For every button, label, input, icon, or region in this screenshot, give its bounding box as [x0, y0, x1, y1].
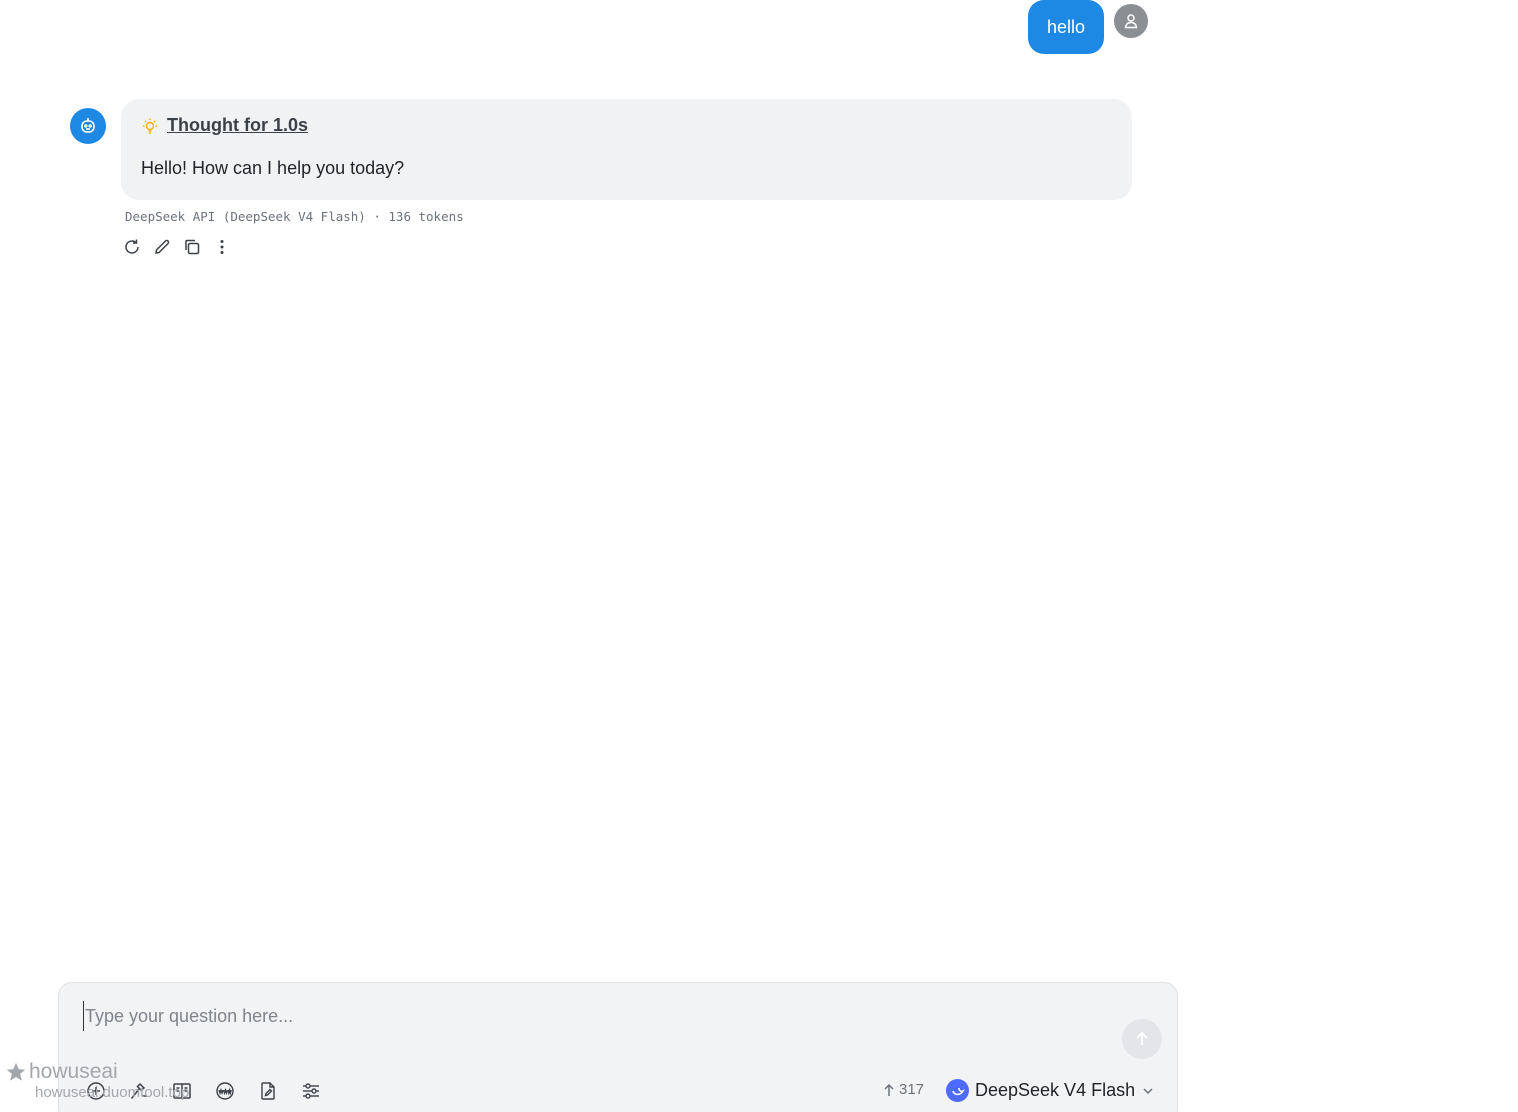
chevron-down-icon: [1143, 1087, 1153, 1094]
arrow-up-small-icon: [884, 1083, 894, 1096]
watermark-title: howuseai: [29, 1060, 118, 1083]
deepseek-logo-icon: [946, 1079, 969, 1102]
model-name: DeepSeek V4 Flash: [975, 1080, 1136, 1100]
user-message-row: hello: [1028, 0, 1149, 54]
chat-page: hello Thought for 1.0s Hello! How can I …: [0, 0, 1518, 1112]
star-icon: [6, 1062, 26, 1081]
token-count-value: 317: [899, 1081, 925, 1098]
assistant-message-text: Hello! How can I help you today?: [141, 158, 405, 178]
lightbulb-icon: [143, 118, 157, 134]
sliders-icon: [303, 1083, 319, 1099]
assistant-message-bubble: Thought for 1.0s Hello! How can I help y…: [121, 99, 1132, 200]
robot-icon: [81, 118, 95, 133]
web-search-button[interactable]: [214, 1080, 236, 1102]
settings-sliders-button[interactable]: [300, 1080, 322, 1102]
copy-button[interactable]: [181, 236, 203, 258]
regenerate-button[interactable]: [121, 236, 143, 258]
more-vertical-icon: [220, 240, 224, 254]
token-counter: 317: [883, 1081, 924, 1098]
composer: 317 DeepSeek V4 Flash: [58, 982, 1178, 1112]
file-edit-icon: [261, 1082, 275, 1100]
edit-button[interactable]: [151, 236, 173, 258]
more-options-button[interactable]: [211, 236, 233, 258]
copy-icon: [185, 239, 200, 255]
message-actions: [121, 236, 233, 258]
question-input[interactable]: [83, 1001, 1083, 1031]
user-message-bubble: hello: [1028, 0, 1105, 54]
user-avatar: [1114, 4, 1149, 38]
user-icon: [1124, 14, 1138, 29]
watermark-subtitle: howuseai.duomtool.top: [35, 1084, 190, 1101]
message-meta: DeepSeek API (DeepSeek V4 Flash) · 136 t…: [125, 209, 464, 224]
send-button[interactable]: [1122, 1019, 1162, 1059]
pencil-icon: [155, 239, 170, 254]
model-selector[interactable]: DeepSeek V4 Flash: [946, 1079, 1155, 1102]
file-edit-button[interactable]: [257, 1080, 279, 1102]
refresh-icon: [125, 239, 139, 254]
globe-www-icon: [216, 1082, 234, 1100]
watermark: howuseai howuseai.duomtool.top: [5, 1060, 189, 1101]
thought-toggle[interactable]: Thought for 1.0s: [141, 115, 1112, 136]
assistant-avatar: [70, 108, 106, 144]
thought-label[interactable]: Thought for 1.0s: [167, 115, 308, 136]
arrow-up-icon: [1136, 1031, 1148, 1045]
